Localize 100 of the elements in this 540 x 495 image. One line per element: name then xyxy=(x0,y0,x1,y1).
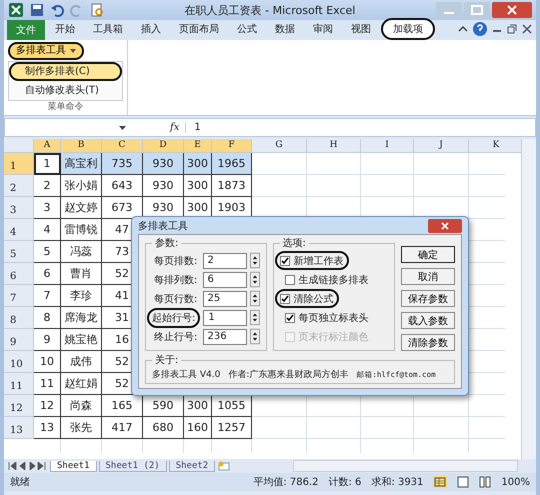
row-header[interactable]: 11 xyxy=(4,373,34,395)
dialog-button[interactable]: 载入参数 xyxy=(401,312,455,329)
vertical-scrollbar[interactable] xyxy=(521,139,536,459)
ribbon-tab[interactable]: 数据 xyxy=(267,18,303,40)
sheet-tab[interactable]: Sheet2 xyxy=(168,460,216,472)
table-cell: 930 xyxy=(143,175,184,197)
table-cell: 张先 xyxy=(61,417,102,439)
print-preview-icon[interactable] xyxy=(90,3,104,17)
checkmark-icon xyxy=(286,314,294,322)
close-icon[interactable] xyxy=(522,24,532,34)
ribbon-tab[interactable]: 开始 xyxy=(47,18,83,40)
input-field[interactable]: 236 xyxy=(202,328,247,344)
close-icon[interactable] xyxy=(492,2,532,18)
collapse-ribbon-icon[interactable] xyxy=(458,24,468,34)
row-header[interactable]: 3 xyxy=(4,197,34,219)
page-layout-icon[interactable] xyxy=(457,476,470,488)
checkbox[interactable]: 清除公式 xyxy=(274,289,339,308)
dialog-button[interactable]: 取消 xyxy=(401,268,455,285)
checkbox[interactable]: 生成链接多排表 xyxy=(280,270,374,289)
field-label: 每排列数: xyxy=(153,274,198,288)
column-header[interactable]: G xyxy=(252,139,307,153)
undo-icon[interactable] xyxy=(50,3,64,17)
window-title: 在职人员工资表 - Microsoft Excel xyxy=(184,2,356,18)
function-label[interactable]: fx xyxy=(130,122,186,133)
ribbon-tab[interactable]: 插入 xyxy=(133,18,169,40)
about-text: 多排表工具 V4.0 xyxy=(152,368,220,381)
file-tab[interactable]: 文件 xyxy=(7,20,45,40)
section-label: 关于: xyxy=(154,354,180,367)
table-cell: 300 xyxy=(184,153,212,175)
row-header[interactable]: 9 xyxy=(4,329,34,351)
spinner-icon[interactable] xyxy=(250,271,260,288)
dropdown-icon[interactable] xyxy=(119,126,126,130)
checkbox[interactable]: 新增工作表 xyxy=(274,251,349,270)
table-cell: 417 xyxy=(102,417,143,439)
row-header[interactable]: 6 xyxy=(4,263,34,285)
row-header[interactable]: 7 xyxy=(4,285,34,307)
dialog-button[interactable]: 清除参数 xyxy=(401,334,455,351)
page-break-icon[interactable] xyxy=(479,476,492,488)
row-header[interactable]: 1 xyxy=(4,153,34,175)
sheet-navigation-icon[interactable] xyxy=(8,462,48,470)
dialog-button[interactable]: 确定 xyxy=(401,246,455,263)
table-cell: 冯蕊 xyxy=(61,241,102,263)
save-icon[interactable] xyxy=(30,3,44,17)
spinner-icon[interactable] xyxy=(250,328,260,345)
column-header[interactable]: J xyxy=(414,139,469,153)
column-header[interactable]: K xyxy=(469,139,521,153)
menu-item[interactable]: 自动修改表头(T) xyxy=(9,81,122,100)
row-header[interactable]: 8 xyxy=(4,307,34,329)
column-header[interactable]: F xyxy=(212,139,252,153)
input-field[interactable]: 1 xyxy=(203,310,247,326)
input-field[interactable]: 6 xyxy=(202,272,247,288)
ribbon-tab[interactable]: 视图 xyxy=(343,18,379,40)
table-cell: 张小娟 xyxy=(61,175,102,197)
menu-button[interactable]: 多排表工具 xyxy=(8,42,84,60)
column-header[interactable]: B xyxy=(61,139,102,153)
column-header[interactable]: C xyxy=(102,139,143,153)
column-header[interactable]: D xyxy=(143,139,184,153)
column-header[interactable]: E xyxy=(184,139,212,153)
ribbon-tab[interactable]: 公式 xyxy=(229,18,265,40)
spinner-icon[interactable] xyxy=(250,252,260,269)
row-header[interactable]: 12 xyxy=(4,395,34,417)
table-cell: 曹肖 xyxy=(61,263,102,285)
menu-item[interactable]: 制作多排表(C) xyxy=(9,62,122,81)
ribbon-tab[interactable]: 审阅 xyxy=(305,18,341,40)
normal-view-icon[interactable] xyxy=(433,476,448,488)
excel-logo-icon xyxy=(8,2,24,18)
close-icon[interactable] xyxy=(428,218,462,232)
spinner-icon[interactable] xyxy=(250,290,260,307)
spinner-icon[interactable] xyxy=(250,309,260,326)
row-header[interactable]: 13 xyxy=(4,417,34,439)
table-cell: 1055 xyxy=(212,395,252,417)
status-text: 计数: 6 xyxy=(328,476,362,489)
formula-field[interactable]: 1 xyxy=(190,122,201,133)
column-header[interactable]: I xyxy=(361,139,414,153)
horizontal-scrollbar[interactable] xyxy=(293,460,518,472)
ribbon-tab[interactable]: 页面布局 xyxy=(171,18,227,40)
checkbox[interactable]: 每页独立标表头 xyxy=(280,308,374,327)
ribbon-tab[interactable]: 加载项 xyxy=(381,18,435,40)
column-header[interactable]: H xyxy=(307,139,361,153)
row-header[interactable]: 5 xyxy=(4,241,34,263)
table-cell: 5 xyxy=(34,241,61,263)
sheet-tab[interactable]: Sheet1 xyxy=(50,460,97,472)
ribbon-tab[interactable]: 工具箱 xyxy=(85,18,131,40)
table-cell: 8 xyxy=(34,307,61,329)
table-cell: 13 xyxy=(34,417,61,439)
input-field[interactable]: 25 xyxy=(202,290,247,306)
input-field[interactable]: 2 xyxy=(202,252,247,268)
status-text: 就绪 xyxy=(10,476,30,489)
dialog-button[interactable]: 保存参数 xyxy=(401,290,455,307)
column-header[interactable]: A xyxy=(34,139,61,153)
sheet-tab[interactable]: Sheet1 (2) xyxy=(98,460,167,472)
zoom-level[interactable]: 100% xyxy=(501,476,530,488)
row-header[interactable]: 2 xyxy=(4,175,34,197)
table-cell: 735 xyxy=(102,153,143,175)
restore-icon[interactable] xyxy=(507,24,517,34)
table-cell: 高宝利 xyxy=(61,153,102,175)
help-icon[interactable] xyxy=(473,22,487,36)
row-header[interactable]: 4 xyxy=(4,219,34,241)
table-cell: 590 xyxy=(143,395,184,417)
row-header[interactable]: 10 xyxy=(4,351,34,373)
